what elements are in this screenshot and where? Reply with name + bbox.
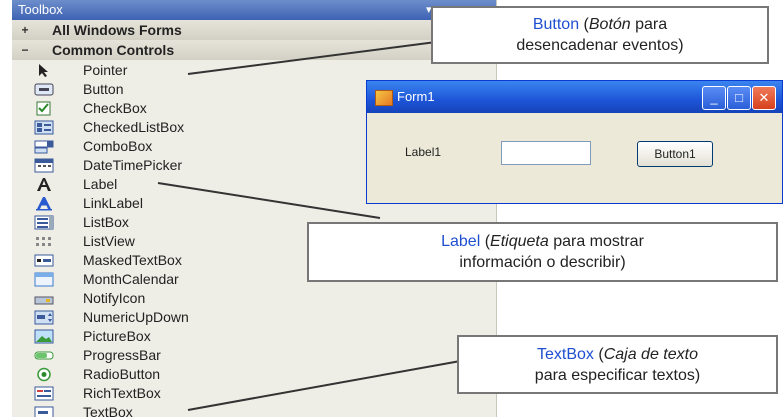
callout-keyword: TextBox xyxy=(537,346,594,363)
callout-keyword: Label xyxy=(441,233,481,250)
callout-label: Label (Etiqueta para mostrar información… xyxy=(307,222,778,282)
callout-text: para mostrar xyxy=(548,233,644,250)
form-title: Form1 xyxy=(397,89,435,104)
callout-line: TextBox (Caja de texto xyxy=(459,344,776,365)
callout-italic: Botón xyxy=(588,16,631,33)
callout-text: ( xyxy=(480,233,491,250)
callout-line: desencadenar eventos) xyxy=(516,37,684,54)
callout-italic: Caja de texto xyxy=(603,346,698,363)
callout-line: Label (Etiqueta para mostrar xyxy=(309,231,776,252)
form-app-icon xyxy=(375,90,393,106)
callout-line: para especificar textos) xyxy=(534,367,701,384)
form-textbox-control[interactable] xyxy=(501,141,591,165)
form-label-control: Label1 xyxy=(405,145,442,159)
form-window[interactable]: Form1 _ □ ✕ Label1 Button1 xyxy=(366,80,783,204)
callout-text: ( xyxy=(593,346,604,363)
callout-line: información o describir) xyxy=(459,254,626,271)
callout-button: Button (Botón para desencadenar eventos) xyxy=(431,6,769,64)
callout-italic: Etiqueta xyxy=(490,233,549,250)
callout-text: para xyxy=(630,16,668,33)
minimize-button[interactable]: _ xyxy=(702,86,726,110)
form-button-control[interactable]: Button1 xyxy=(637,141,713,167)
callout-textbox: TextBox (Caja de texto para especificar … xyxy=(457,335,778,394)
callout-text: ( xyxy=(579,16,589,33)
callout-keyword: Button xyxy=(532,16,580,33)
close-button[interactable]: ✕ xyxy=(752,86,776,110)
form-title-bar[interactable]: Form1 _ □ ✕ xyxy=(367,81,782,113)
maximize-button[interactable]: □ xyxy=(727,86,751,110)
callout-line: Button (Botón para xyxy=(433,14,767,35)
